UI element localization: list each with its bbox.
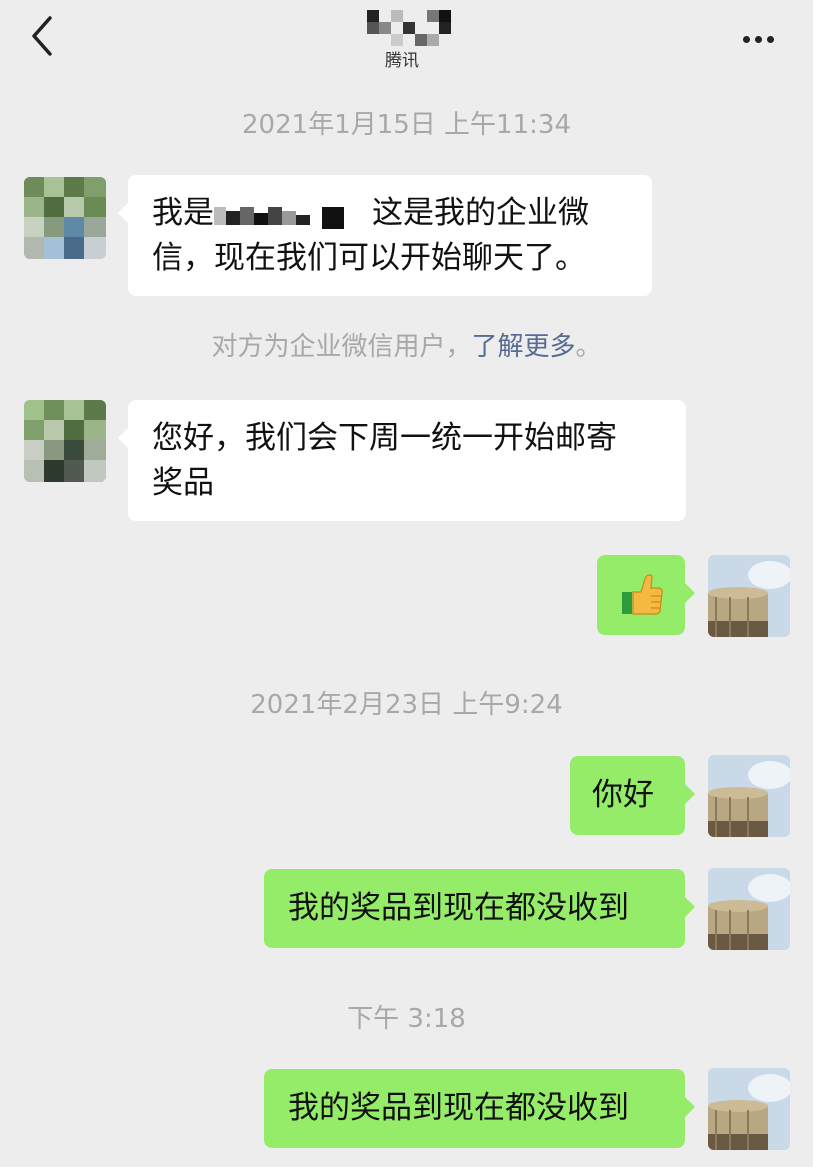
- chevron-left-icon: [32, 16, 52, 56]
- my-avatar[interactable]: [708, 868, 790, 950]
- message-bubble-received[interactable]: 您好，我们会下周一统一开始邮寄 奖品: [118, 400, 686, 521]
- avatar-image: [24, 400, 106, 482]
- chat-header: 腾讯: [0, 0, 813, 80]
- timestamp: 下午 3:18: [347, 1004, 466, 1034]
- timestamp: 2021年1月15日 上午11:34: [242, 110, 571, 140]
- timestamp: 2021年2月23日 上午9:24: [250, 690, 563, 720]
- avatar-image: [708, 755, 790, 837]
- my-avatar[interactable]: [708, 555, 790, 637]
- contact-avatar[interactable]: [24, 400, 106, 482]
- learn-more-link[interactable]: 了解更多: [471, 332, 575, 362]
- my-avatar[interactable]: [708, 755, 790, 837]
- thumbs-up-emoji: [622, 574, 663, 615]
- message-text: 我的奖品到现在都没收到: [288, 890, 629, 926]
- more-options-button[interactable]: [743, 28, 783, 43]
- message-line: 奖品: [152, 465, 214, 501]
- message-text: 我的奖品到现在都没收到: [288, 1090, 629, 1126]
- my-avatar[interactable]: [708, 1068, 790, 1150]
- message-bubble-sent[interactable]: 我的奖品到现在都没收到: [264, 1069, 695, 1148]
- avatar-image: [708, 1068, 790, 1150]
- message-line: 信，现在我们可以开始聊天了。: [152, 240, 586, 276]
- avatar-image: [708, 555, 790, 637]
- message-text: 你好: [592, 777, 654, 813]
- message-bubble-sent[interactable]: 我的奖品到现在都没收到: [264, 869, 695, 948]
- back-button[interactable]: [28, 14, 58, 58]
- contact-avatar[interactable]: [24, 177, 106, 259]
- message-bubble-sent[interactable]: 你好: [570, 756, 695, 835]
- redacted-title-block: [367, 10, 451, 46]
- message-bubble-received[interactable]: 我是 这是我的企业微 信，现在我们可以开始聊天了。: [118, 175, 652, 296]
- ellipsis-icon: [743, 36, 750, 43]
- chat-title-suffix: 腾讯: [385, 51, 419, 71]
- ellipsis-icon: [767, 36, 774, 43]
- redacted-name: [214, 206, 344, 229]
- system-notice: 对方为企业微信用户，了解更多。: [211, 332, 602, 362]
- message-line: 您好，我们会下周一统一开始邮寄: [152, 420, 617, 456]
- avatar-image: [24, 177, 106, 259]
- avatar-image: [708, 868, 790, 950]
- message-bubble-sent[interactable]: [597, 555, 695, 635]
- ellipsis-icon: [755, 36, 762, 43]
- message-line: 我是 这是我的企业微: [152, 195, 589, 231]
